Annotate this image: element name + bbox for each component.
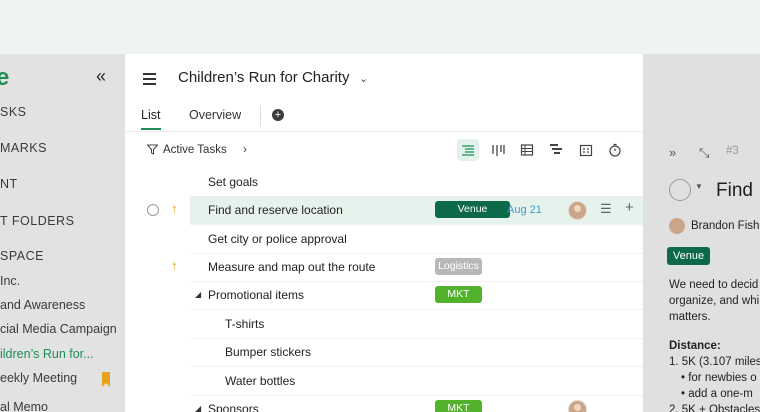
sidebar-item-memo[interactable]: al Memo <box>0 400 48 412</box>
task-detail-panel: » ⤡ #3 ▼ Find Brandon Fish Venue We need… <box>643 54 760 412</box>
list-view-button[interactable] <box>457 139 479 161</box>
task-row[interactable]: Water bottles <box>190 367 643 396</box>
gantt-view-icon <box>550 144 562 154</box>
table-view-button[interactable] <box>516 139 538 161</box>
caret-down-icon[interactable]: ◢ <box>195 404 201 412</box>
bookmark-icon <box>102 372 110 387</box>
sidebar-item-social-media[interactable]: cial Media Campaign <box>0 322 117 336</box>
description-line: We need to decid <box>669 279 759 291</box>
description-line: • add a one-m <box>681 388 753 400</box>
sidebar-item-company[interactable]: Inc. <box>0 274 20 288</box>
task-row[interactable]: Bumper stickers <box>190 338 643 367</box>
caret-down-icon[interactable]: ◢ <box>195 290 201 299</box>
task-row-selected[interactable]: ↑ Find and reserve location Venue Aug 21… <box>147 196 643 225</box>
sidebar-item-childrens-run[interactable]: ildren’s Run for... <box>0 347 94 361</box>
fullscreen-icon[interactable]: ⤡ <box>699 145 709 161</box>
assignee-avatar[interactable] <box>568 400 587 412</box>
description-line: matters. <box>669 311 711 323</box>
calendar-view-icon <box>579 144 593 157</box>
detail-task-title[interactable]: Find <box>716 180 753 202</box>
menu-icon[interactable] <box>143 73 156 88</box>
sidebar-item-workspace[interactable]: SPACE <box>0 249 44 263</box>
tab-overview[interactable]: Overview <box>189 108 241 122</box>
sidebar: e « SKS MARKS NT T FOLDERS SPACE Inc. an… <box>0 54 125 412</box>
sidebar-item-brand-awareness[interactable]: and Awareness <box>0 298 85 312</box>
filter-label[interactable]: Active Tasks <box>163 144 227 156</box>
board-view-icon <box>492 145 505 156</box>
add-icon[interactable]: + <box>625 199 634 216</box>
filter-icon[interactable] <box>147 144 158 155</box>
tag-mkt[interactable]: MKT <box>435 400 482 412</box>
board-view-button[interactable] <box>487 139 509 161</box>
priority-arrow-icon: ↑ <box>171 201 178 216</box>
sidebar-item-bookmarks[interactable]: MARKS <box>0 141 47 155</box>
description-line: organize, and whi <box>669 295 760 307</box>
task-title[interactable]: T-shirts <box>225 317 264 331</box>
calendar-view-button[interactable] <box>575 139 597 161</box>
collapse-sidebar-icon[interactable]: « <box>96 66 106 87</box>
task-title[interactable]: Get city or police approval <box>208 232 347 246</box>
list-view-icon <box>462 145 474 156</box>
task-title[interactable]: Find and reserve location <box>208 203 343 217</box>
chevron-down-icon[interactable]: ⌄ <box>359 72 368 85</box>
sidebar-item-tasks[interactable]: SKS <box>0 105 27 119</box>
task-title[interactable]: Measure and map out the route <box>208 260 375 274</box>
status-dropdown-icon[interactable]: ▼ <box>695 182 703 191</box>
task-row[interactable]: ◢ Promotional items MKT <box>190 281 643 310</box>
timer-button[interactable] <box>604 139 626 161</box>
task-title[interactable]: Sponsors <box>208 402 259 412</box>
active-tab-indicator <box>141 128 161 130</box>
table-view-icon <box>520 144 534 156</box>
sidebar-item-weekly-meeting[interactable]: eekly Meeting <box>0 371 77 385</box>
sidebar-item-shared-folders[interactable]: T FOLDERS <box>0 214 74 228</box>
task-row[interactable]: T-shirts <box>190 310 643 339</box>
tag-venue[interactable]: Venue <box>435 201 510 218</box>
description-line: 2. 5K + Obstacles <box>669 404 760 412</box>
gantt-view-button[interactable] <box>545 139 567 161</box>
add-view-icon[interactable]: + <box>272 109 284 121</box>
tag-venue[interactable]: Venue <box>667 247 710 265</box>
assignee-avatar[interactable] <box>568 201 587 220</box>
priority-arrow-icon: ↑ <box>171 258 178 273</box>
assignee-name[interactable]: Brandon Fish <box>691 220 759 232</box>
description-line: 1. 5K (3.107 miles <box>669 356 760 368</box>
task-checkbox[interactable] <box>147 204 159 216</box>
task-status-circle[interactable] <box>669 179 691 201</box>
app-logo: e <box>0 64 10 91</box>
tag-mkt[interactable]: MKT <box>435 286 482 303</box>
task-row[interactable]: ↑ Measure and map out the route Logistic… <box>171 253 643 282</box>
tag-logistics[interactable]: Logistics <box>435 258 482 275</box>
description-line: • for newbies o <box>681 372 757 384</box>
timer-icon <box>609 143 621 157</box>
sidebar-item-recent[interactable]: NT <box>0 177 18 191</box>
task-title[interactable]: Bumper stickers <box>225 345 311 359</box>
task-number: #3 <box>726 145 739 157</box>
tabs-divider <box>125 131 643 132</box>
task-title[interactable]: Set goals <box>208 175 258 189</box>
expand-panel-icon[interactable]: » <box>669 145 676 160</box>
task-title[interactable]: Water bottles <box>225 374 295 388</box>
task-row[interactable]: ◢ Sponsors MKT <box>190 395 643 412</box>
chevron-right-icon[interactable]: › <box>243 142 247 156</box>
assignee-avatar[interactable] <box>669 218 685 234</box>
add-subtask-icon[interactable]: ☰ <box>600 201 612 217</box>
tab-divider <box>260 106 261 126</box>
project-title[interactable]: Children’s Run for Charity <box>178 69 349 86</box>
task-title[interactable]: Promotional items <box>208 288 304 302</box>
task-row[interactable]: Get city or police approval <box>190 225 643 254</box>
tab-list[interactable]: List <box>141 108 160 122</box>
task-list-panel: Children’s Run for Charity ⌄ List Overvi… <box>125 54 643 412</box>
task-row[interactable]: Set goals <box>190 168 643 197</box>
due-date[interactable]: Aug 21 <box>507 204 542 216</box>
section-heading: Distance: <box>669 340 721 352</box>
